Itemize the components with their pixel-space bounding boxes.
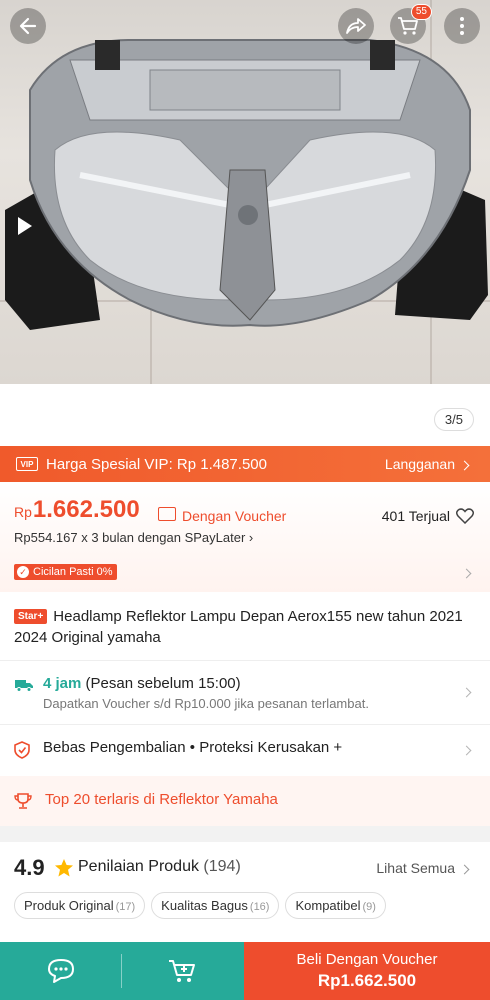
review-tag-count: (17) [115,901,136,913]
vip-price-label: Harga Spesial VIP: Rp 1.487.500 [46,455,267,473]
review-tag-count: (9) [362,901,376,913]
product-title-text: Headlamp Reflektor Lampu Depan Aerox155 … [14,608,463,646]
sold-count: 401 Terjual [381,508,450,524]
image-counter: 3/5 [433,408,474,431]
product-title: Star+ Headlamp Reflektor Lampu Depan Aero… [14,606,476,648]
chevron-right-icon [459,460,470,471]
chat-icon [48,959,74,983]
rating-count: (194) [203,858,241,875]
ranking-text: Top 20 terlaris di Reflektor Yamaha [45,791,278,808]
button-divider [121,954,122,988]
chevron-right-icon[interactable] [461,568,472,579]
review-tag-label: Kualitas Bagus [161,898,248,913]
cart-count-badge: 55 [410,4,432,20]
buy-button-label: Beli Dengan Voucher [296,951,438,968]
installment-badge: ✓ Cicilan Pasti 0% [14,564,118,580]
voucher-label: Dengan Voucher [182,508,287,524]
vip-icon: VIP [16,457,38,471]
trophy-icon [14,793,32,809]
vip-price-bar[interactable]: VIP Harga Spesial VIP: Rp 1.487.500 Lang… [0,446,490,482]
product-image[interactable]: 55 [0,0,490,384]
guarantee-row[interactable]: Bebas Pengembalian • Proteksi Kerusakan … [0,724,490,776]
paylater-info[interactable]: Rp554.167 x 3 bulan dengan SPayLater › [14,530,253,545]
guarantee-text: Bebas Pengembalian • Proteksi Kerusakan … [43,739,343,756]
check-icon: ✓ [17,566,29,578]
more-options-button[interactable] [444,8,480,44]
price: Rp 1.662.500 [14,496,140,524]
review-tag-chip[interactable]: Produk Original (17) [14,892,146,919]
delivery-eta: 4 jam [43,675,82,692]
headlamp-illustration [5,39,488,330]
secondary-actions [0,942,244,1000]
rating-score: 4.9 [14,855,45,880]
star-plus-badge: Star+ [14,609,48,624]
delivery-cutoff: (Pesan sebelum 15:00) [85,675,241,692]
cart-button[interactable]: 55 [390,4,432,44]
rating-section: 4.9 Penilaian Produk (194) Lihat Semua P… [0,842,490,942]
more-vertical-icon [460,17,464,35]
review-tag-chip[interactable]: Kompatibel (9) [285,892,386,919]
rating-label-text: Penilaian Produk [78,858,199,875]
shield-icon [14,741,30,759]
price-amount: 1.662.500 [32,496,140,523]
share-icon [346,18,366,34]
subscribe-link[interactable]: Langganan [384,456,470,472]
section-divider [0,826,490,842]
voucher-icon [158,507,176,521]
review-tag-label: Produk Original [24,898,114,913]
paylater-text: Rp554.167 x 3 bulan dengan SPayLater [14,530,246,545]
bottom-action-bar: Beli Dengan Voucher Rp1.662.500 [0,942,490,1000]
review-tag-count: (16) [249,901,270,913]
chat-button[interactable] [0,942,122,1000]
add-to-cart-button[interactable] [122,942,244,1000]
buy-with-voucher-button[interactable]: Beli Dengan Voucher Rp1.662.500 [244,942,490,1000]
add-to-cart-icon [169,960,195,982]
review-tag-chip[interactable]: Kualitas Bagus (16) [151,892,280,919]
price-section: Rp 1.662.500 Dengan Voucher 401 Terjual … [0,482,490,592]
chevron-right-icon [459,864,470,875]
chevron-right-icon [461,687,472,698]
buy-button-price: Rp1.662.500 [317,971,417,990]
installment-label: Cicilan Pasti 0% [33,566,113,578]
arrow-left-icon [19,17,37,35]
late-voucher-note: Dapatkan Voucher s/d Rp10.000 jika pesan… [43,696,369,711]
delivery-estimate: 4 jam (Pesan sebelum 15:00) [43,675,241,692]
image-counter-strip: 3/5 [0,384,490,446]
truck-icon [15,680,33,692]
product-title-section: Star+ Headlamp Reflektor Lampu Depan Aero… [0,592,490,660]
chevron-right-icon [461,745,472,756]
rating-label: Penilaian Produk (194) [78,858,241,876]
see-all-link[interactable]: Lihat Semua [376,860,470,876]
share-button[interactable] [338,8,374,44]
price-currency: Rp [14,504,32,520]
shipping-row[interactable]: 4 jam (Pesan sebelum 15:00) Dapatkan Vou… [0,660,490,724]
review-tag-label: Kompatibel [295,898,361,913]
see-all-label: Lihat Semua [376,860,455,876]
ranking-row[interactable]: Top 20 terlaris di Reflektor Yamaha [0,776,490,826]
star-icon [55,859,73,877]
back-button[interactable] [10,8,46,44]
heart-icon[interactable] [456,508,474,524]
subscribe-link-label: Langganan [384,456,455,472]
video-play-icon[interactable] [18,217,32,235]
review-tag-list: Produk Original (17) Kualitas Bagus (16) K… [14,892,386,919]
